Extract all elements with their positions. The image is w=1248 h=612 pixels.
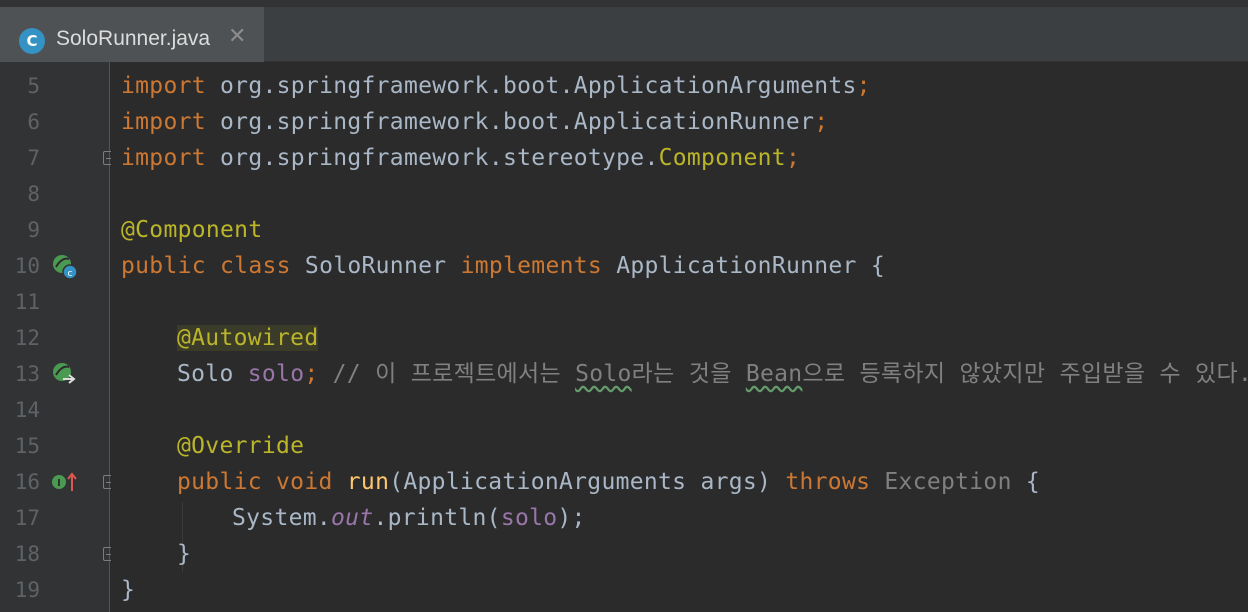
semicolon: ; (304, 361, 319, 387)
spring-bean-gutter-icon[interactable]: c (51, 253, 79, 281)
comment-typo: Bean (745, 361, 803, 387)
line-number: 7 (27, 146, 40, 170)
keyword: public class (121, 253, 291, 279)
code-line-16: public void run(ApplicationArguments arg… (177, 464, 1040, 500)
line-number: 18 (14, 542, 40, 566)
comment: // 이 프로젝트에서는 (318, 361, 576, 387)
line-number: 19 (14, 578, 40, 602)
line-number: 10 (14, 254, 40, 278)
line-number: 17 (14, 506, 40, 530)
interface-name: ApplicationRunner { (602, 253, 885, 279)
autowired-navigate-icon[interactable] (51, 361, 79, 389)
annotation: @Autowired (177, 325, 319, 351)
method-call: .println( (373, 505, 501, 531)
line-number: 5 (27, 74, 40, 98)
exception-type: Exception (870, 469, 1012, 495)
line-number: 15 (14, 434, 40, 458)
code-editor[interactable]: import org.springframework.boot.Applicat… (111, 62, 1248, 612)
field-name: solo (247, 361, 305, 387)
svg-text:c: c (68, 269, 73, 279)
static-field: out (331, 505, 374, 531)
semicolon: ; (856, 73, 871, 99)
semicolon: ; (814, 109, 829, 135)
keyword: import (121, 73, 206, 99)
class-ref: System. (232, 505, 332, 531)
line-number: 14 (14, 398, 40, 422)
comment: 으로 등록하지 않았지만 주입받을 수 있다. (802, 361, 1248, 387)
implements-method-icon[interactable]: I (50, 469, 80, 495)
code-line-18: } (177, 536, 191, 572)
code-line-15: @Override (177, 428, 304, 464)
line-number: 9 (27, 218, 40, 242)
code-line-17: System.out.println(solo); (232, 500, 586, 536)
tab-label: SoloRunner.java (56, 27, 211, 50)
line-number: 16 (14, 470, 40, 494)
java-class-icon: C (19, 28, 45, 54)
import-path: org.springframework.boot.ApplicationRunn… (205, 109, 815, 135)
import-path: org.springframework.stereotype. (205, 145, 659, 171)
tab-solorunner[interactable]: C SoloRunner.java ✕ (0, 7, 264, 62)
import-class: Component (658, 145, 786, 171)
annotation: @Override (177, 433, 305, 459)
import-path: org.springframework.boot.ApplicationArgu… (205, 73, 857, 99)
semicolon: ; (785, 145, 801, 171)
annotation: @Component (121, 217, 263, 243)
keyword: import (121, 109, 206, 135)
line-number: 11 (14, 290, 40, 314)
code-line-6: import org.springframework.boot.Applicat… (121, 104, 828, 140)
code-line-9: @Component (121, 212, 262, 248)
code-line-12: @Autowired (177, 320, 319, 356)
method-name: run (346, 469, 390, 495)
type-name: Solo (177, 361, 248, 387)
parameters: (ApplicationArguments args) (389, 469, 786, 495)
keyword: public void (177, 469, 347, 495)
comment-typo: Solo (575, 361, 632, 387)
keyword: implements (460, 253, 603, 279)
code-line-7: import org.springframework.stereotype.Co… (121, 140, 800, 176)
line-number: 13 (14, 362, 40, 386)
line-number: 12 (14, 326, 40, 350)
tab-bar-top-strip (0, 0, 1248, 7)
brace: } (177, 541, 192, 567)
code-line-5: import org.springframework.boot.Applicat… (121, 68, 871, 104)
call-end: ); (557, 505, 586, 531)
field-ref: solo (500, 505, 558, 531)
keyword: throws (785, 469, 871, 495)
brace: } (121, 577, 136, 603)
svg-text:I: I (57, 478, 61, 489)
line-number: 6 (27, 110, 40, 134)
line-number-gutter[interactable]: 5 6 7 8 9 10 11 12 13 14 15 16 17 18 19 … (0, 62, 115, 612)
class-name: SoloRunner (290, 253, 461, 279)
code-line-13: Solo solo; // 이 프로젝트에서는 Solo라는 것을 Bean으로… (177, 356, 1248, 392)
keyword: import (121, 145, 206, 171)
editor-tab-bar: C SoloRunner.java ✕ (0, 0, 1248, 62)
line-number: 8 (27, 182, 40, 206)
code-line-19: } (121, 572, 135, 608)
close-icon[interactable]: ✕ (228, 24, 246, 50)
brace: { (1011, 469, 1041, 495)
code-line-10: public class SoloRunner implements Appli… (121, 248, 885, 284)
comment: 라는 것을 (631, 361, 746, 387)
